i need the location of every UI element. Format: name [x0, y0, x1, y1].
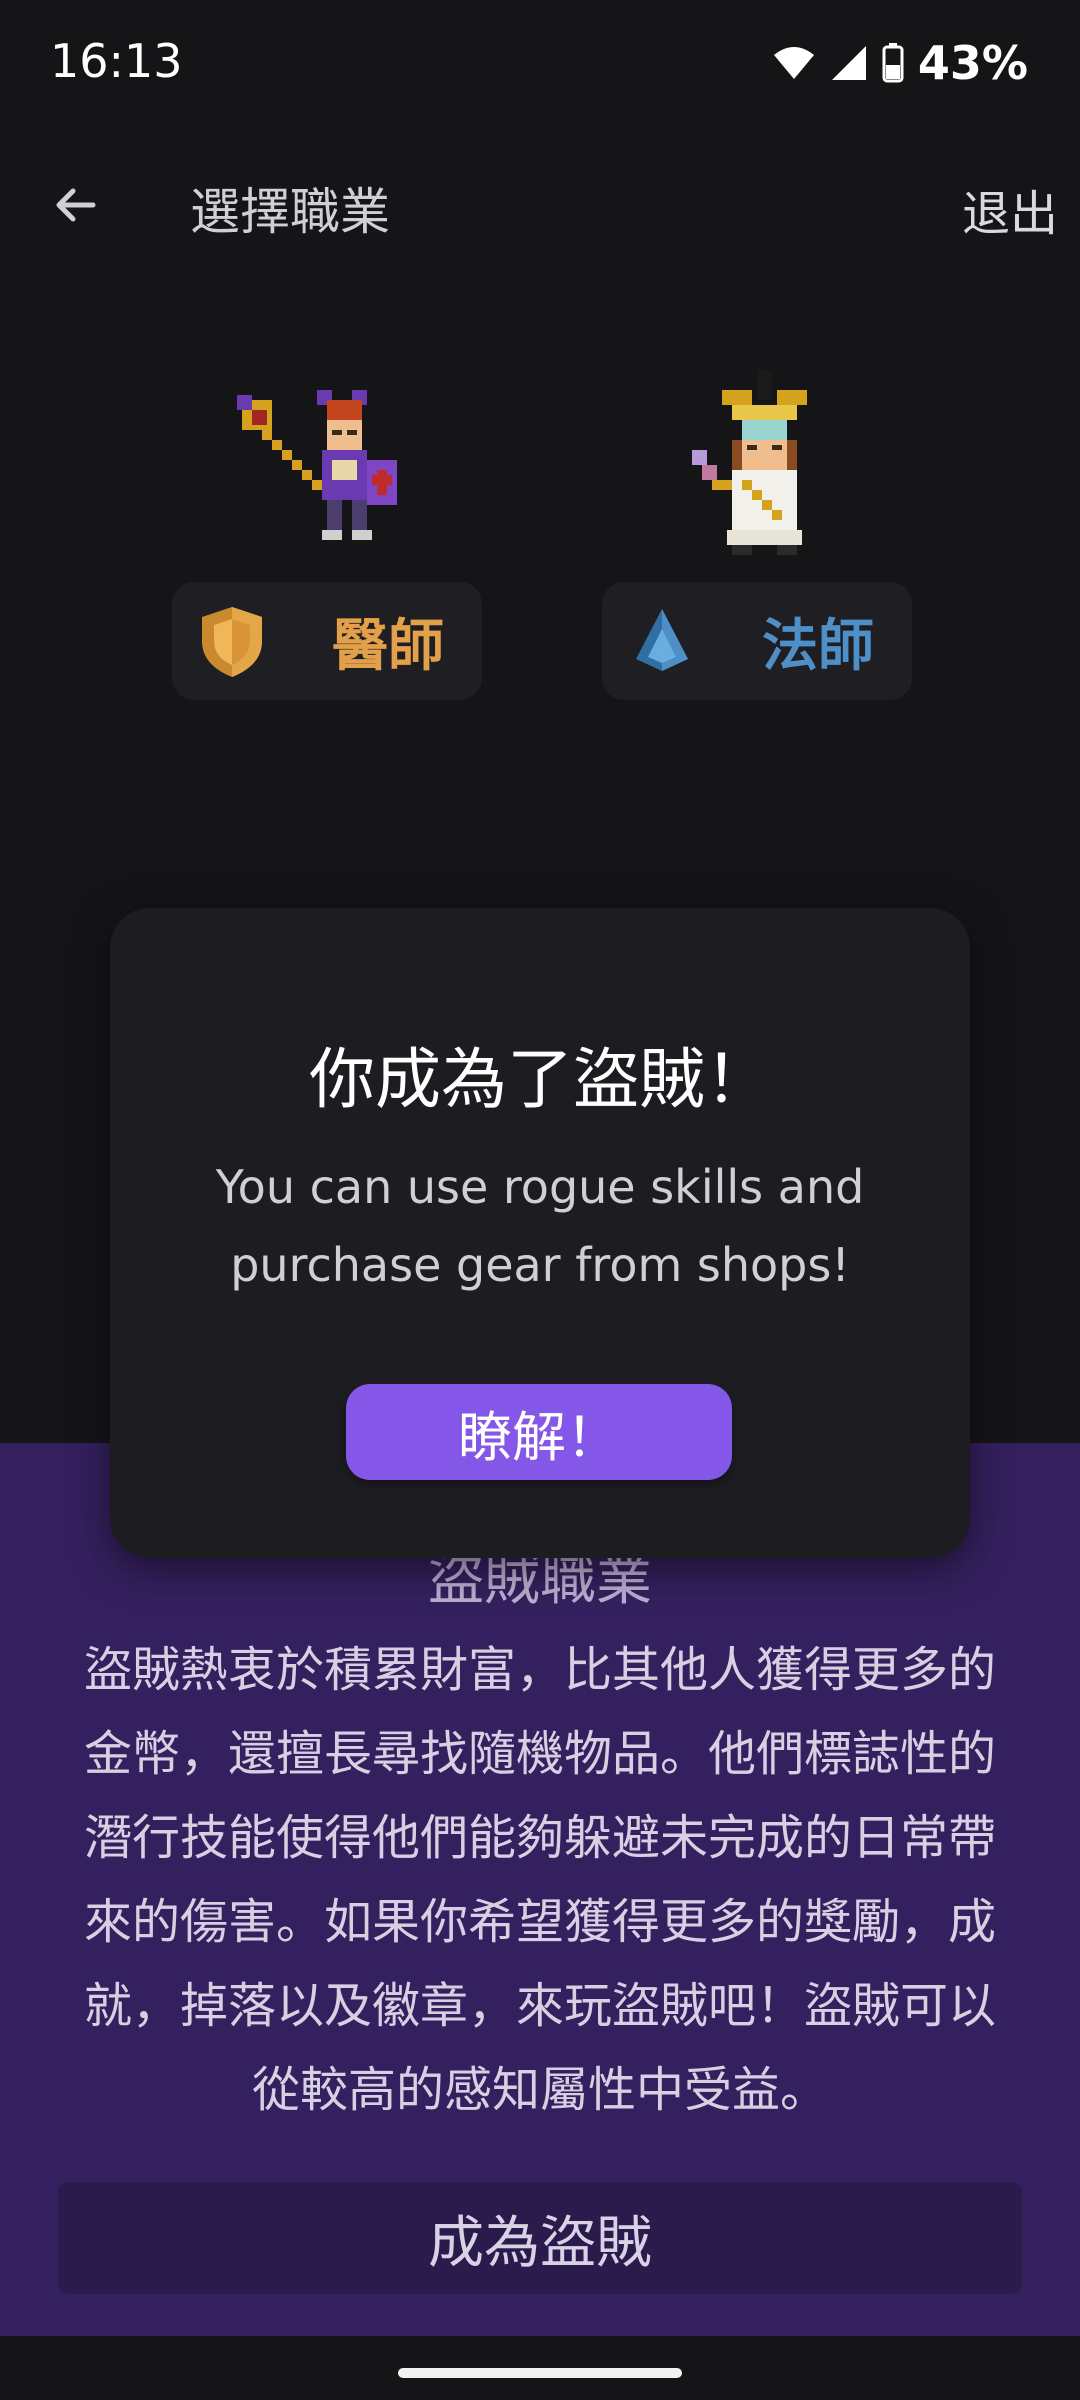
class-chip-healer[interactable]: 醫師 [172, 582, 482, 700]
back-button[interactable] [40, 170, 110, 240]
dialog-ok-button[interactable]: 瞭解！ [346, 1384, 732, 1480]
status-icons: 43% [772, 36, 1028, 90]
class-label-mage: 法師 [762, 613, 874, 679]
healer-avatar [237, 390, 397, 540]
arrow-back-icon [56, 188, 96, 222]
status-bar: 16:13 43% [0, 0, 1080, 130]
status-time: 16:13 [50, 34, 183, 88]
dialog-message: You can use rogue skills and purchase ge… [215, 1160, 865, 1292]
mage-avatar [692, 370, 807, 555]
battery-icon [882, 43, 904, 83]
class-change-dialog: 你成為了盜賊！ You can use rogue skills and pur… [110, 908, 970, 1558]
shield-icon [202, 607, 262, 677]
crystal-icon [636, 609, 688, 671]
gesture-nav-handle[interactable] [398, 2368, 682, 2378]
battery-percentage: 43% [917, 36, 1028, 90]
exit-button[interactable]: 退出 [962, 174, 1058, 244]
class-description: 盜賊熱衷於積累財富，比其他人獲得更多的金幣，還擅長尋找隨機物品。他們標誌性的潛行… [83, 1642, 996, 2118]
page-title: 選擇職業 [190, 183, 390, 241]
become-rogue-button[interactable]: 成為盜賊 [58, 2182, 1022, 2294]
class-label-healer: 醫師 [332, 613, 444, 679]
wifi-icon [773, 47, 814, 79]
app-bar: 選擇職業 退出 [0, 150, 1080, 260]
dialog-title: 你成為了盜賊！ [309, 1041, 771, 1118]
signal-icon [831, 46, 866, 80]
class-option-mage[interactable]: 法師 [602, 370, 922, 700]
class-chip-mage[interactable]: 法師 [602, 582, 912, 700]
class-option-healer[interactable]: 醫師 [172, 370, 492, 700]
